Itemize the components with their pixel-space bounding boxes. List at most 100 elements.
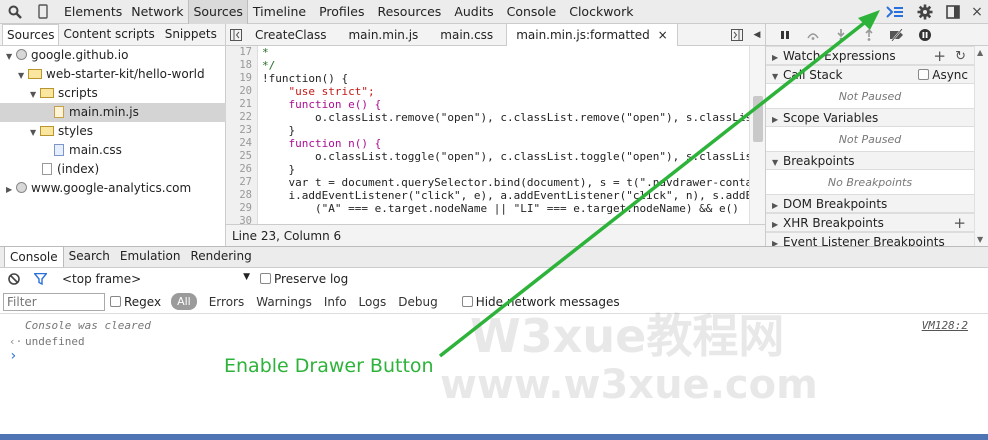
section-scope-variables[interactable]: ▶ Scope Variables (766, 108, 974, 127)
level-all-button[interactable]: All (171, 293, 197, 310)
tree-item-file[interactable]: main.css (0, 141, 226, 160)
call-stack-status: Not Paused (838, 90, 902, 103)
tab-timeline[interactable]: Timeline (249, 0, 310, 24)
line-number: 28 (239, 189, 252, 201)
navigator-tab-snippets[interactable]: Snippets (161, 24, 221, 45)
scroll-down-icon[interactable]: ▼ (977, 235, 983, 244)
sidebar-scrollbar[interactable]: ▲ ▼ (974, 46, 988, 246)
tab-elements[interactable]: Elements (60, 0, 126, 24)
close-tab-icon[interactable]: × (658, 28, 668, 42)
editor-tab[interactable]: main.css (431, 24, 502, 46)
regex-checkbox[interactable]: Regex (110, 295, 161, 309)
tree-item-origin[interactable]: ▶ www.google-analytics.com (0, 179, 226, 198)
tab-resources[interactable]: Resources (373, 0, 445, 24)
device-mode-icon[interactable] (30, 0, 56, 24)
section-event-listener-breakpoints[interactable]: ▶ Event Listener Breakpoints (766, 232, 974, 246)
tree-item-folder[interactable]: ▼ web-starter-kit/hello-world (0, 65, 226, 84)
console-toolbar: <top frame> ▼ Preserve log (0, 268, 988, 290)
expanded-triangle-icon: ▼ (6, 52, 13, 61)
section-watch-expressions[interactable]: ▶ Watch Expressions + ↻ (766, 46, 974, 65)
line-number: 18 (239, 59, 252, 71)
level-info-button[interactable]: Info (324, 295, 347, 309)
tree-item-folder[interactable]: ▼ scripts (0, 84, 226, 103)
clear-console-icon[interactable] (8, 273, 26, 285)
tab-profiles[interactable]: Profiles (315, 0, 368, 24)
toggle-debugger-icon[interactable] (727, 24, 747, 46)
more-tabs-icon[interactable]: ◀ (749, 24, 765, 46)
pause-icon[interactable] (774, 24, 796, 46)
add-watch-icon[interactable]: + (933, 47, 946, 66)
tree-item-origin[interactable]: ▼ google.github.io (0, 46, 226, 65)
section-title: Watch Expressions (783, 49, 896, 63)
level-debug-button[interactable]: Debug (398, 295, 437, 309)
tab-audits[interactable]: Audits (450, 0, 497, 24)
tree-item-file-selected[interactable]: main.min.js (0, 103, 226, 122)
code-area[interactable]: 17 18 19 20 21 22 23 24 25 26 27 28 29 3… (226, 46, 749, 232)
step-over-icon[interactable] (802, 24, 824, 46)
scroll-up-icon[interactable]: ▲ (977, 48, 983, 57)
drawer-tab-console[interactable]: Console (4, 246, 64, 267)
scope-variables-status: Not Paused (838, 133, 902, 146)
tree-item-label: main.css (69, 143, 122, 157)
level-logs-button[interactable]: Logs (359, 295, 387, 309)
expanded-triangle-icon: ▼ (30, 128, 37, 137)
settings-gear-icon[interactable] (910, 0, 940, 24)
section-dom-breakpoints[interactable]: ▶ DOM Breakpoints (766, 194, 974, 213)
tab-network[interactable]: Network (127, 0, 187, 24)
scrollbar-thumb[interactable] (753, 96, 763, 142)
editor-tab-active[interactable]: main.min.js:formatted × (506, 23, 678, 46)
drawer-tab-rendering[interactable]: Rendering (185, 246, 256, 267)
console-filter-input[interactable] (3, 292, 105, 311)
prompt-chevron-icon: › (9, 348, 18, 364)
line-number-gutter[interactable]: 17 18 19 20 21 22 23 24 25 26 27 28 29 3… (226, 46, 258, 232)
pause-on-exceptions-icon[interactable] (914, 24, 936, 46)
tab-console[interactable]: Console (503, 0, 561, 24)
globe-icon (16, 182, 27, 193)
async-checkbox[interactable]: Async (918, 66, 968, 85)
step-into-icon[interactable] (830, 24, 852, 46)
line-number: 29 (239, 202, 252, 214)
tree-item-file[interactable]: (index) (0, 160, 226, 179)
console-message-text: Console was cleared (25, 319, 151, 332)
navigator-tab-content-scripts[interactable]: Content scripts (59, 24, 158, 45)
deactivate-breakpoints-icon[interactable] (886, 24, 908, 46)
level-errors-button[interactable]: Errors (209, 295, 245, 309)
editor-tab[interactable]: CreateClass (246, 24, 335, 46)
section-title: DOM Breakpoints (783, 197, 888, 211)
editor-vertical-scrollbar[interactable] (749, 46, 765, 232)
line-number: 21 (239, 98, 252, 110)
step-out-icon[interactable] (858, 24, 880, 46)
editor-tabs: CreateClass main.min.js main.css main.mi… (226, 23, 765, 46)
navigator-tab-sources[interactable]: Sources (2, 24, 60, 45)
drawer-tab-search[interactable]: Search (64, 246, 115, 267)
add-xhr-breakpoint-icon[interactable]: + (953, 214, 966, 233)
folder-icon (40, 126, 54, 136)
section-breakpoints[interactable]: ▼ Breakpoints (766, 151, 974, 170)
expanded-triangle-icon: ▼ (18, 71, 25, 80)
debugger-toolbar (766, 24, 988, 46)
expanded-triangle-icon: ▼ (30, 90, 37, 99)
tab-sources[interactable]: Sources (188, 0, 248, 24)
code-line: i.addEventListener("click", e), a.addEve… (262, 189, 749, 202)
enable-drawer-button[interactable] (880, 0, 910, 24)
console-message-source-link[interactable]: VM128:2 (922, 318, 968, 334)
section-call-stack[interactable]: ▼ Call Stack Async (766, 65, 974, 84)
editor-tab[interactable]: main.min.js (339, 24, 427, 46)
drawer-tab-emulation[interactable]: Emulation (115, 246, 186, 267)
toggle-navigator-icon[interactable] (226, 24, 246, 46)
search-icon[interactable] (0, 0, 30, 24)
section-xhr-breakpoints[interactable]: ▶ XHR Breakpoints + (766, 213, 974, 232)
tree-item-label: styles (58, 124, 94, 138)
filter-funnel-icon[interactable] (34, 273, 52, 285)
level-warnings-button[interactable]: Warnings (256, 295, 312, 309)
preserve-log-label: Preserve log (274, 272, 349, 286)
annotation-callout-label: Enable Drawer Button (224, 355, 434, 377)
tree-item-folder[interactable]: ▼ styles (0, 122, 226, 141)
close-devtools-icon[interactable]: × (966, 0, 988, 24)
preserve-log-checkbox[interactable]: Preserve log (260, 272, 348, 286)
tab-clockwork[interactable]: Clockwork (565, 0, 637, 24)
watermark-url: www.w3xue.com (440, 362, 818, 408)
refresh-icon[interactable]: ↻ (955, 47, 966, 66)
execution-context-select[interactable]: <top frame> ▼ (62, 272, 252, 286)
dock-side-icon[interactable] (940, 0, 966, 24)
